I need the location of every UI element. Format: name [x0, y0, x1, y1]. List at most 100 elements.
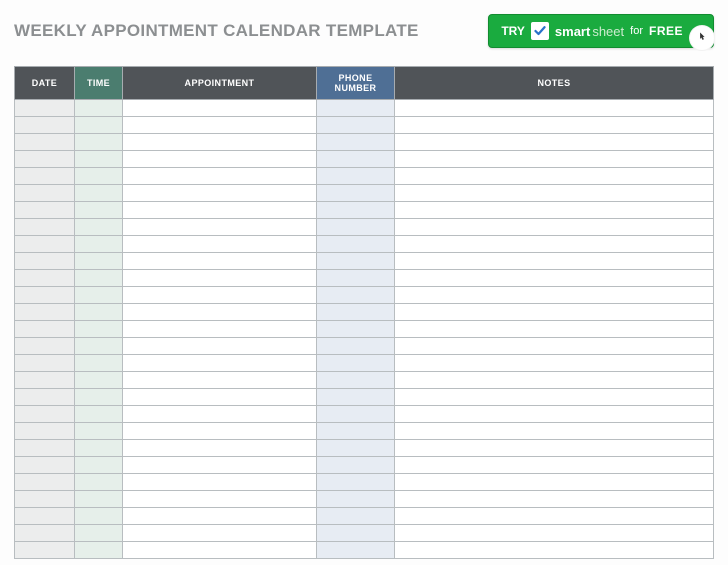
cell-notes[interactable] — [395, 321, 714, 338]
cell-notes[interactable] — [395, 525, 714, 542]
cell-date[interactable] — [15, 219, 75, 236]
cell-notes[interactable] — [395, 423, 714, 440]
cell-phone[interactable] — [317, 270, 395, 287]
cell-phone[interactable] — [317, 185, 395, 202]
cell-time[interactable] — [75, 406, 123, 423]
cell-time[interactable] — [75, 287, 123, 304]
cell-notes[interactable] — [395, 491, 714, 508]
cell-notes[interactable] — [395, 440, 714, 457]
cell-time[interactable] — [75, 423, 123, 440]
cell-time[interactable] — [75, 117, 123, 134]
cell-time[interactable] — [75, 202, 123, 219]
cell-time[interactable] — [75, 100, 123, 117]
cell-date[interactable] — [15, 304, 75, 321]
cell-time[interactable] — [75, 372, 123, 389]
cell-date[interactable] — [15, 287, 75, 304]
cell-appt[interactable] — [123, 525, 317, 542]
cell-appt[interactable] — [123, 117, 317, 134]
cell-date[interactable] — [15, 440, 75, 457]
cell-notes[interactable] — [395, 236, 714, 253]
cell-date[interactable] — [15, 525, 75, 542]
cell-date[interactable] — [15, 474, 75, 491]
cell-date[interactable] — [15, 406, 75, 423]
cell-phone[interactable] — [317, 457, 395, 474]
cell-phone[interactable] — [317, 100, 395, 117]
cell-phone[interactable] — [317, 542, 395, 559]
cell-notes[interactable] — [395, 338, 714, 355]
cell-date[interactable] — [15, 236, 75, 253]
cell-date[interactable] — [15, 253, 75, 270]
cell-appt[interactable] — [123, 134, 317, 151]
cell-notes[interactable] — [395, 168, 714, 185]
cell-phone[interactable] — [317, 338, 395, 355]
cell-appt[interactable] — [123, 508, 317, 525]
cell-appt[interactable] — [123, 151, 317, 168]
cell-time[interactable] — [75, 321, 123, 338]
cell-appt[interactable] — [123, 253, 317, 270]
cell-notes[interactable] — [395, 287, 714, 304]
cell-time[interactable] — [75, 304, 123, 321]
cell-appt[interactable] — [123, 321, 317, 338]
cell-appt[interactable] — [123, 100, 317, 117]
cell-phone[interactable] — [317, 491, 395, 508]
cell-phone[interactable] — [317, 474, 395, 491]
cell-phone[interactable] — [317, 372, 395, 389]
cell-notes[interactable] — [395, 406, 714, 423]
try-smartsheet-button[interactable]: TRY smart sheet for FREE — [488, 14, 714, 48]
cell-phone[interactable] — [317, 202, 395, 219]
cell-date[interactable] — [15, 321, 75, 338]
cell-date[interactable] — [15, 457, 75, 474]
cell-date[interactable] — [15, 423, 75, 440]
cell-date[interactable] — [15, 117, 75, 134]
cell-time[interactable] — [75, 219, 123, 236]
cell-appt[interactable] — [123, 270, 317, 287]
cell-date[interactable] — [15, 100, 75, 117]
cell-phone[interactable] — [317, 287, 395, 304]
cell-date[interactable] — [15, 508, 75, 525]
cell-date[interactable] — [15, 168, 75, 185]
cell-time[interactable] — [75, 389, 123, 406]
cell-time[interactable] — [75, 253, 123, 270]
cell-appt[interactable] — [123, 236, 317, 253]
cell-appt[interactable] — [123, 542, 317, 559]
cell-phone[interactable] — [317, 253, 395, 270]
cell-time[interactable] — [75, 338, 123, 355]
cell-time[interactable] — [75, 185, 123, 202]
cell-phone[interactable] — [317, 406, 395, 423]
cell-appt[interactable] — [123, 219, 317, 236]
cell-appt[interactable] — [123, 423, 317, 440]
cell-time[interactable] — [75, 168, 123, 185]
cell-notes[interactable] — [395, 185, 714, 202]
cell-notes[interactable] — [395, 202, 714, 219]
cell-phone[interactable] — [317, 219, 395, 236]
cell-phone[interactable] — [317, 355, 395, 372]
cell-notes[interactable] — [395, 457, 714, 474]
cell-date[interactable] — [15, 389, 75, 406]
cell-notes[interactable] — [395, 389, 714, 406]
cell-phone[interactable] — [317, 508, 395, 525]
cell-time[interactable] — [75, 134, 123, 151]
cell-time[interactable] — [75, 236, 123, 253]
cell-appt[interactable] — [123, 406, 317, 423]
cell-date[interactable] — [15, 491, 75, 508]
cell-phone[interactable] — [317, 236, 395, 253]
cell-date[interactable] — [15, 542, 75, 559]
cell-time[interactable] — [75, 525, 123, 542]
cell-date[interactable] — [15, 134, 75, 151]
cell-notes[interactable] — [395, 542, 714, 559]
cell-phone[interactable] — [317, 151, 395, 168]
cell-notes[interactable] — [395, 253, 714, 270]
cell-time[interactable] — [75, 508, 123, 525]
cell-notes[interactable] — [395, 304, 714, 321]
cell-appt[interactable] — [123, 440, 317, 457]
cell-appt[interactable] — [123, 355, 317, 372]
cell-notes[interactable] — [395, 270, 714, 287]
cell-time[interactable] — [75, 270, 123, 287]
cell-phone[interactable] — [317, 389, 395, 406]
cell-time[interactable] — [75, 542, 123, 559]
cell-appt[interactable] — [123, 338, 317, 355]
cell-appt[interactable] — [123, 168, 317, 185]
cell-phone[interactable] — [317, 525, 395, 542]
cell-appt[interactable] — [123, 304, 317, 321]
cell-phone[interactable] — [317, 423, 395, 440]
